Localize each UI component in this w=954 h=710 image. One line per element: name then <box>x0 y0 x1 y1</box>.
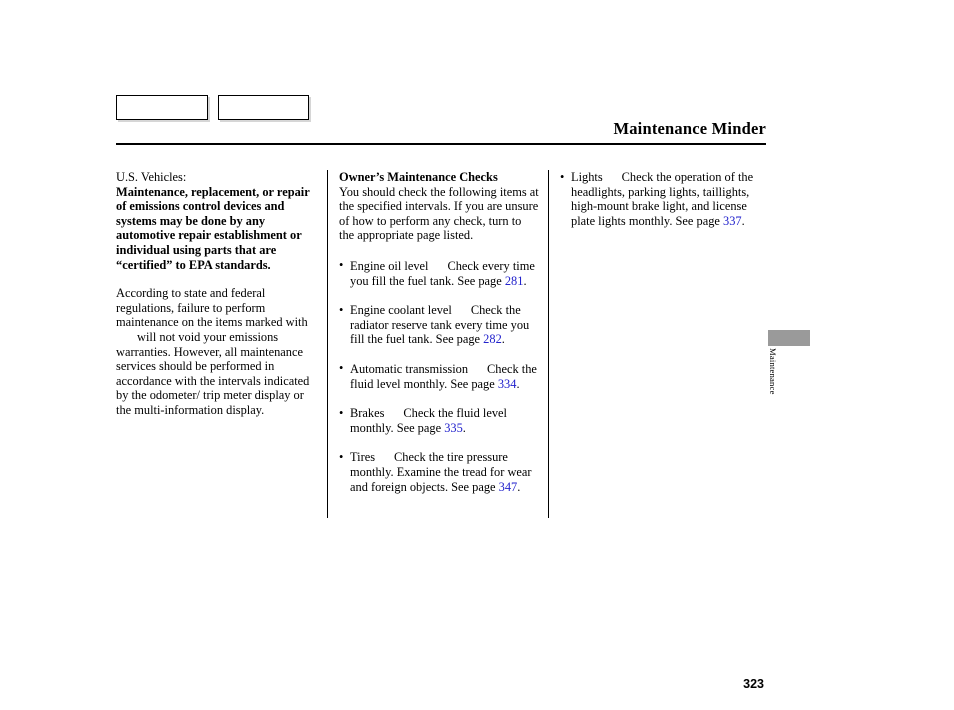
check-item-name: Automatic transmission <box>350 361 469 376</box>
list-item: • Brakes Check the fluid level monthly. Se… <box>339 406 539 435</box>
edge-index-tab-marker <box>768 330 810 346</box>
column-divider-right <box>548 170 549 518</box>
top-tab-box-1[interactable] <box>116 95 208 120</box>
page-reference-link[interactable]: 347 <box>499 480 518 494</box>
bullet-icon: • <box>560 169 565 184</box>
page-reference-link[interactable]: 334 <box>498 377 517 391</box>
check-item-text-end: . <box>462 420 466 435</box>
bullet-icon: • <box>339 449 344 464</box>
list-item: • Automatic transmission Check the fluid l… <box>339 361 539 391</box>
left-column: U.S. Vehicles: Maintenance, replacement,… <box>116 170 319 418</box>
check-item-name: Brakes <box>350 406 385 421</box>
page-reference-link[interactable]: 337 <box>723 214 742 228</box>
owners-checks-intro: You should check the following items at … <box>339 184 539 243</box>
list-item: • Engine coolant level Check the radiator … <box>339 303 539 347</box>
bullet-icon: • <box>339 405 344 420</box>
maintenance-check-list-continued: • Lights Check the operation of the headli… <box>560 170 760 228</box>
emissions-paragraph-part2: will not void your emissions warranties.… <box>116 329 310 417</box>
bullet-icon: • <box>339 361 344 376</box>
page-reference-link[interactable]: 335 <box>444 421 463 435</box>
check-item-name: Engine coolant level <box>350 303 452 318</box>
check-item-name: Engine oil level <box>350 258 429 273</box>
list-item: • Engine oil level Check every time you fi… <box>339 258 539 288</box>
check-item-text-end: . <box>516 376 520 391</box>
list-item: • Tires Check the tire pressure monthly. E… <box>339 450 539 494</box>
page-reference-link[interactable]: 282 <box>483 332 502 346</box>
bullet-icon: • <box>339 258 344 273</box>
check-item-text-end: . <box>517 479 521 494</box>
page-title: Maintenance Minder <box>613 119 766 138</box>
check-item-name: Lights <box>571 170 603 184</box>
page-reference-link[interactable]: 281 <box>505 274 524 288</box>
bullet-icon: • <box>339 302 344 317</box>
edge-index-tab-label: Maintenance <box>768 348 778 395</box>
check-item-text-end: . <box>523 273 527 288</box>
column-divider-left <box>327 170 328 518</box>
emissions-bold-statement: Maintenance, replacement, or repair of e… <box>116 184 310 272</box>
emissions-regulations-paragraph: According to state and federal regulatio… <box>116 286 319 417</box>
manual-page: Maintenance Minder U.S. Vehicles: Mainte… <box>0 0 954 710</box>
middle-column: Owner’s Maintenance Checks You should ch… <box>339 170 539 494</box>
maintenance-check-list: • Engine oil level Check every time you fi… <box>339 258 539 494</box>
check-item-text-end: . <box>501 332 505 347</box>
header-divider-rule <box>116 143 766 145</box>
emissions-paragraph-part1: According to state and federal regulatio… <box>116 286 308 330</box>
list-item: • Lights Check the operation of the headli… <box>560 170 760 228</box>
top-tab-box-2[interactable] <box>218 95 309 120</box>
right-column: • Lights Check the operation of the headli… <box>560 170 760 228</box>
page-number: 323 <box>743 677 764 691</box>
us-vehicles-label: U.S. Vehicles: <box>116 170 187 184</box>
check-item-name: Tires <box>350 450 376 465</box>
check-item-text-end: . <box>741 213 745 228</box>
owners-maintenance-checks-heading: Owner’s Maintenance Checks <box>339 170 498 184</box>
